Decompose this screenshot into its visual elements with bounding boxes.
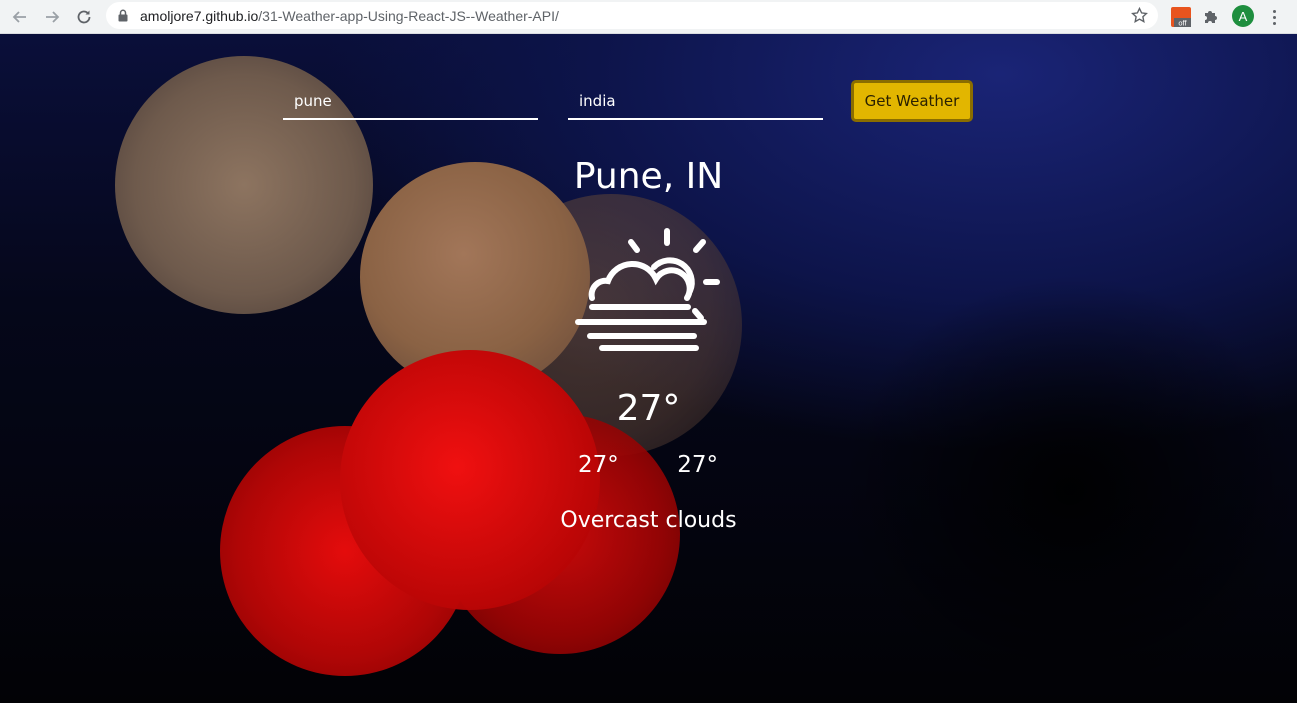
get-weather-button[interactable]: Get Weather bbox=[851, 80, 973, 122]
bookmark-star-icon[interactable] bbox=[1131, 7, 1148, 24]
weather-description: Overcast clouds bbox=[560, 508, 737, 533]
extension-badge: off bbox=[1178, 19, 1187, 28]
min-max-temperature: 27° 27° bbox=[578, 452, 718, 478]
max-temperature: 27° bbox=[677, 452, 718, 478]
url-text: amoljore7.github.io/31-Weather-app-Using… bbox=[140, 8, 559, 24]
current-temperature: 27° bbox=[616, 388, 681, 429]
puzzle-icon[interactable] bbox=[1200, 6, 1222, 28]
country-input[interactable] bbox=[568, 84, 823, 120]
profile-avatar[interactable]: A bbox=[1232, 5, 1254, 27]
forward-arrow-icon[interactable] bbox=[40, 5, 64, 29]
address-bar[interactable]: amoljore7.github.io/31-Weather-app-Using… bbox=[106, 2, 1158, 29]
weather-app: Get Weather Pune, IN 27° 27° 27° Overcas… bbox=[0, 34, 1297, 703]
url-host: amoljore7.github.io bbox=[140, 8, 259, 24]
city-input[interactable] bbox=[283, 84, 538, 120]
fog-partly-sunny-icon bbox=[575, 228, 720, 351]
back-arrow-icon[interactable] bbox=[8, 5, 32, 29]
kebab-menu-icon[interactable] bbox=[1264, 6, 1284, 28]
lock-icon bbox=[118, 9, 128, 22]
extension-off-icon[interactable]: off bbox=[1170, 6, 1192, 28]
reload-icon[interactable] bbox=[72, 5, 96, 29]
location-title: Pune, IN bbox=[573, 156, 724, 197]
background-shade bbox=[840, 274, 1297, 703]
url-path: /31-Weather-app-Using-React-JS--Weather-… bbox=[258, 8, 559, 24]
min-temperature: 27° bbox=[578, 452, 619, 478]
browser-toolbar: amoljore7.github.io/31-Weather-app-Using… bbox=[0, 0, 1297, 34]
